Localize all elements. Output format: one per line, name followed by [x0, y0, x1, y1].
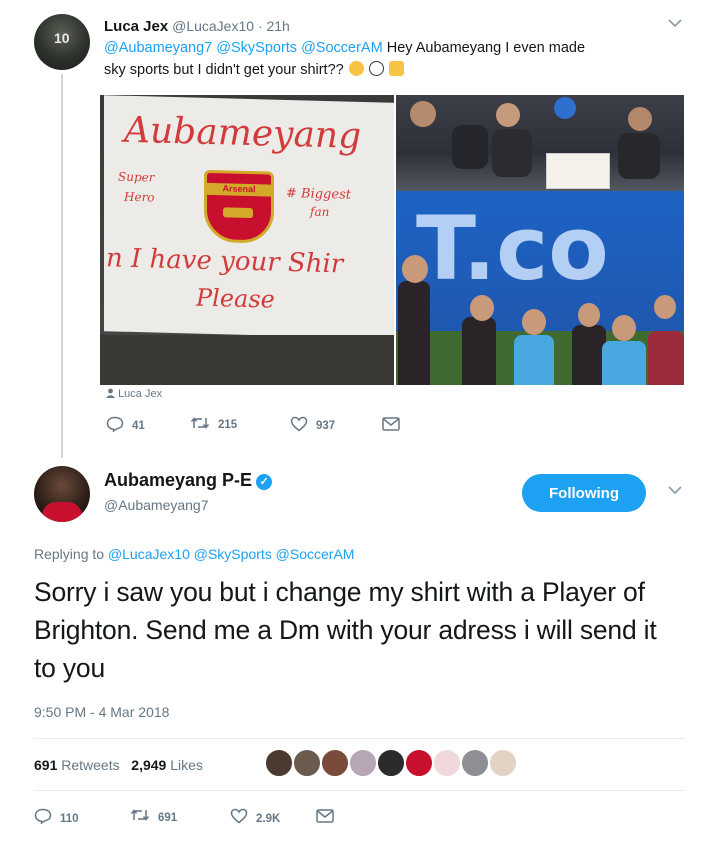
tweet2-author: Aubameyang P-E ✓ [104, 470, 273, 491]
sign-text-please: Please [196, 283, 275, 314]
tweet2-text: Sorry i saw you but i change my shirt wi… [34, 577, 657, 683]
sign-text-hero: Hero [124, 189, 155, 205]
like-count: 937 [316, 419, 336, 432]
dm-button[interactable] [382, 417, 400, 434]
replying-prefix: Replying to [34, 546, 105, 562]
avatar-shirt-number: 10 [54, 30, 70, 46]
retweet-icon [190, 416, 210, 433]
sign-text-biggest: # Biggest [286, 185, 351, 203]
retweet-count: 215 [218, 418, 238, 431]
tweet1-header: Luca Jex @LucaJex10 · 21h [104, 18, 290, 35]
crowd-held-sign [546, 153, 610, 189]
liker-avatar[interactable] [320, 748, 350, 778]
envelope-icon [316, 809, 334, 828]
reply-count: 41 [132, 419, 145, 432]
thread-connector-line [61, 74, 63, 458]
raised-hands-emoji-icon [388, 61, 404, 76]
tweet1-photo-stadium[interactable]: T.co [396, 95, 684, 385]
retweet-count: 691 [158, 811, 178, 824]
likes-stat[interactable]: 2,949 Likes [131, 757, 203, 773]
tweet2-author-name[interactable]: Aubameyang P-E [104, 470, 252, 490]
reply-icon [34, 808, 52, 829]
carpet-background [100, 335, 394, 385]
tweet1-author-name[interactable]: Luca Jex [104, 18, 168, 35]
tweet1-text: @Aubameyang7 @SkySports @SoccerAM Hey Au… [104, 37, 664, 81]
heart-icon [290, 416, 308, 435]
chevron-down-icon[interactable] [668, 16, 682, 31]
reply-button[interactable]: 41 [106, 416, 145, 435]
retweet-icon [130, 808, 150, 827]
reply-icon [106, 416, 124, 435]
like-button[interactable]: 2.9K [230, 808, 280, 829]
reply-button[interactable]: 110 [34, 808, 79, 829]
avatar-luca-jex[interactable]: 10 [34, 14, 90, 70]
reply-count: 110 [60, 812, 79, 825]
heart-icon [230, 808, 248, 829]
liker-avatar[interactable] [404, 748, 434, 778]
tweet1-mentions[interactable]: @Aubameyang7 @SkySports @SoccerAM [104, 40, 383, 56]
avatar-aubameyang[interactable] [34, 466, 90, 522]
photo-credit-name[interactable]: Luca Jex [118, 388, 162, 400]
divider [34, 790, 684, 791]
sign-text-name: Aubameyang [124, 109, 362, 157]
like-button[interactable]: 937 [290, 416, 335, 435]
tweet1-photo-sign[interactable]: Aubameyang Super Hero Arsenal # Biggest … [100, 95, 394, 385]
retweet-button[interactable]: 691 [130, 808, 177, 827]
person-icon [106, 388, 118, 400]
liker-avatar[interactable] [348, 748, 378, 778]
crest-text: Arsenal [222, 183, 256, 195]
liker-avatar[interactable] [432, 748, 462, 778]
following-button[interactable]: Following [522, 474, 646, 512]
verified-badge-icon: ✓ [256, 474, 273, 490]
crying-face-emoji-icon [348, 61, 364, 76]
soccer-ball-emoji-icon [368, 61, 384, 76]
tweet1-text-rest: Hey Aubameyang I even made [382, 40, 586, 56]
board-letters: T.co [416, 197, 609, 300]
liker-avatar[interactable] [376, 748, 406, 778]
liker-avatar[interactable] [460, 748, 490, 778]
replying-to: Replying to @LucaJex10 @SkySports @Socce… [34, 546, 354, 562]
liker-avatar[interactable] [488, 748, 518, 778]
chevron-down-icon[interactable] [668, 482, 682, 500]
dm-button[interactable] [316, 809, 334, 828]
sign-text-fan: fan [310, 204, 330, 220]
tweet2-timestamp[interactable]: 9:50 PM - 4 Mar 2018 [34, 704, 169, 720]
player-figure [398, 281, 430, 385]
crowd [396, 95, 684, 191]
liker-avatar[interactable] [264, 748, 294, 778]
retweet-button[interactable]: 215 [190, 416, 237, 433]
tweet2-author-handle[interactable]: @Aubameyang7 [104, 497, 209, 513]
paper-sign: Aubameyang Super Hero Arsenal # Biggest … [104, 95, 394, 339]
sign-text-super: Super [118, 169, 155, 185]
tweet1-time[interactable]: · 21h [258, 18, 290, 34]
replying-handles[interactable]: @LucaJex10 @SkySports @SoccerAM [108, 546, 355, 562]
liker-avatars [264, 748, 518, 778]
tweet2-stats: 691 Retweets 2,949 Likes [34, 757, 203, 773]
tweet1-actions: 41 215 937 [106, 416, 406, 438]
like-count: 2.9K [256, 812, 281, 825]
liker-avatar[interactable] [292, 748, 322, 778]
tweet1-author-handle[interactable]: @LucaJex10 [172, 18, 254, 34]
sign-text-request: n I have your Shir [106, 243, 344, 280]
arsenal-crest: Arsenal [204, 169, 274, 244]
tweet2-actions: 110 691 2.9K [34, 808, 334, 830]
retweets-stat[interactable]: 691 Retweets [34, 757, 120, 773]
envelope-icon [382, 417, 400, 434]
photo-credit: Luca Jex [106, 388, 162, 400]
tweet1-text-line2: sky sports but I didn't get your shirt?? [104, 62, 344, 78]
divider [34, 738, 684, 739]
